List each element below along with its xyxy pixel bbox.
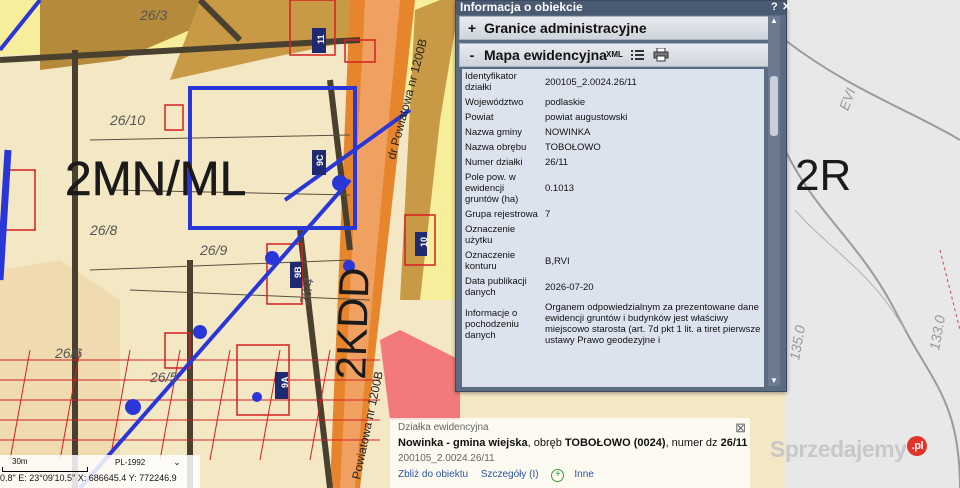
attribute-row: Numer działki 26/11 (462, 155, 764, 170)
section-mapa[interactable]: - Mapa ewidencyjna XML (459, 43, 769, 67)
close-icon[interactable]: ✕ (782, 1, 791, 13)
section-mapa-label: Mapa ewidencyjna (484, 47, 607, 63)
attribute-label: Oznaczenie użytku (465, 224, 516, 246)
scroll-thumb[interactable] (770, 76, 778, 136)
attribute-label: Powiat (465, 112, 494, 123)
attribute-value: 7 (545, 209, 551, 220)
attribute-row: Nazwa gminy NOWINKA (462, 125, 764, 140)
attribute-label: Nazwa obrębu (465, 142, 527, 153)
attribute-row: Grupa rejestrowa 7 (462, 207, 764, 222)
zone-label-road: 2KDD (327, 267, 378, 381)
details-link[interactable]: Szczegóły (I) (481, 469, 539, 480)
zone-label-main: 2MN/ML (65, 153, 246, 206)
panel-title: Informacja o obiekcie (460, 0, 583, 14)
section-tools: XML (606, 44, 669, 66)
list-icon[interactable] (630, 49, 645, 61)
attribute-label: Informacje o pochodzeniu danych (465, 307, 519, 341)
scroll-up-arrow[interactable]: ▲ (768, 16, 780, 26)
scroll-down-arrow[interactable]: ▼ (768, 376, 780, 386)
attribute-row: Powiat powiat augustowski (462, 110, 764, 125)
parcel-label: 26/5 (149, 369, 177, 385)
attribute-row: Województwo podlaskie (462, 95, 764, 110)
parcel-label: 26/3 (139, 7, 167, 23)
parcel-label: 26/8 (89, 222, 117, 238)
attribute-row: Informacje o pochodzeniu danych Organem o… (462, 300, 764, 348)
attribute-label: Data publikacji danych (465, 276, 527, 298)
building-label-9c: 9C (315, 154, 325, 166)
collapse-icon[interactable]: - (460, 44, 484, 66)
zoom-to-object-link[interactable]: Zbliż do obiektu (398, 469, 468, 480)
attribute-value: 200105_2.0024.26/11 (545, 76, 637, 88)
attribute-label: Grupa rejestrowa (465, 209, 538, 220)
chevron-down-icon[interactable]: ⌄ (173, 457, 181, 467)
attribute-value: powiat augustowski (545, 112, 628, 123)
attribute-row: Data publikacji danych 2026-07-20 (462, 274, 764, 300)
xml-export-button[interactable]: XML (606, 50, 623, 59)
attribute-row: Pole pow. w ewidencji gruntów (ha) 0.1013 (462, 170, 764, 207)
attribute-label: Numer działki (465, 157, 523, 168)
attribute-value: Organem odpowiedzialnym za prezentowane … (545, 302, 761, 346)
attribute-table: Identyfikator działki 200105_2.0024.26/11… (462, 69, 764, 348)
attribute-value: 2026-07-20 (545, 281, 594, 293)
zone-label-right: 2R (795, 151, 851, 200)
popup-parcel-id: 200105_2.0024.26/11 (398, 453, 495, 464)
add-icon[interactable]: + (551, 469, 565, 482)
attribute-value: TOBOŁOWO (545, 142, 601, 153)
parcel-popup: Działka ewidencyjna ⊠ Nowinka - gmina wi… (390, 418, 750, 488)
section-granice[interactable]: + Granice administracyjne (459, 16, 769, 40)
attribute-value: B,RVI (545, 255, 570, 267)
attribute-label: Oznaczenie konturu (465, 250, 516, 272)
popup-title: Działka ewidencyjna (398, 422, 489, 433)
attribute-value: podlaskie (545, 97, 586, 108)
building-label-11: 11 (316, 34, 326, 44)
crs-value: PL-1992 (115, 458, 146, 467)
scrollbar[interactable]: ▲ ▼ (768, 16, 780, 386)
grassland-area (785, 0, 960, 488)
coordinate-readout: 0.8" E: 23°09'10.5" X: 686645.4 Y: 77224… (0, 473, 177, 483)
status-bar: 30m PL-1992 ⌄ 0.8" E: 23°09'10.5" X: 6866… (0, 455, 200, 488)
more-link[interactable]: Inne (574, 469, 593, 480)
object-info-panel: Informacja o obiekcie ? ✕ + Granice admin… (455, 0, 791, 392)
parcel-label: 26/9 (199, 242, 227, 258)
popup-description: Nowinka - gmina wiejska, obręb TOBOŁOWO … (398, 437, 748, 449)
parcel-label: 26/6 (54, 345, 82, 361)
scale-bar (2, 467, 88, 472)
attribute-table-container[interactable]: Identyfikator działki 200105_2.0024.26/11… (462, 69, 764, 387)
popup-close-icon[interactable]: ⊠ (735, 420, 746, 436)
panel-header: Informacja o obiekcie ? ✕ (456, 0, 791, 15)
crs-selector[interactable]: PL-1992 ⌄ (115, 457, 181, 468)
attribute-value: 0.1013 (545, 183, 575, 194)
attribute-row: Identyfikator działki 200105_2.0024.26/11 (462, 69, 764, 95)
attribute-row: Oznaczenie użytku (462, 222, 764, 248)
attribute-label: Identyfikator działki (465, 71, 517, 93)
attribute-label: Pole pow. w ewidencji gruntów (ha) (465, 172, 519, 205)
parcel-label: 26/10 (109, 112, 145, 128)
building-label-10: 10 (419, 237, 429, 247)
attribute-label: Województwo (465, 97, 524, 108)
help-icon[interactable]: ? (771, 1, 778, 13)
attribute-value: NOWINKA (545, 127, 591, 138)
attribute-value: 26/11 (545, 157, 569, 168)
building-label-9b: 9B (293, 266, 303, 278)
expand-icon[interactable]: + (460, 17, 484, 39)
building-label-9a: 9A (280, 376, 290, 388)
attribute-row: Oznaczenie konturu B,RVI (462, 248, 764, 274)
section-granice-label: Granice administracyjne (484, 20, 647, 36)
popup-links: Zbliż do obiektu Szczegóły (I) + Inne (398, 469, 604, 482)
attribute-value (542, 222, 764, 248)
print-icon[interactable] (653, 47, 669, 62)
scale-label: 30m (12, 457, 28, 466)
attribute-label: Nazwa gminy (465, 127, 523, 138)
watermark-logo: Sprzedajemy .pl (770, 436, 928, 463)
attribute-row: Nazwa obrębu TOBOŁOWO (462, 140, 764, 155)
